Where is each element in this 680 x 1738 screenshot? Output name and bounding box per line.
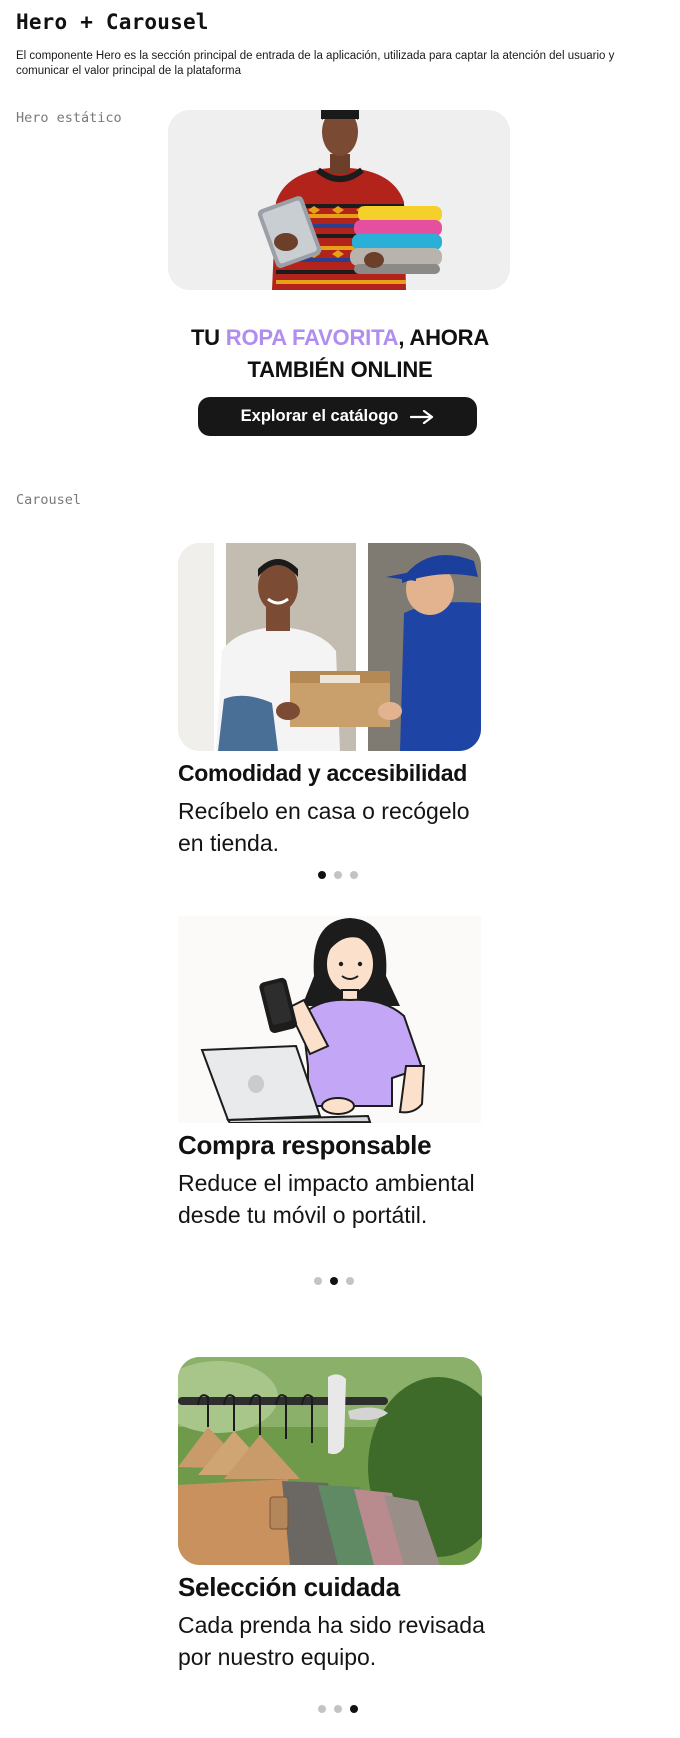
pagination-dot-2[interactable] [334,871,342,879]
carousel-slide-2-text: Reduce el impacto ambiental desde tu móv… [178,1170,475,1228]
hero-headline-start: TU [190,325,226,350]
carousel-slide-3-text: Cada prenda ha sido revisada por nuestro… [178,1612,485,1670]
hero-headline: TU ROPA FAVORITA, AHORA TAMBIÉN ONLINE [170,322,510,386]
page-description: El componente Hero es la sección princip… [16,50,615,77]
pagination-dot-1[interactable] [314,1277,322,1285]
pagination-dot-3[interactable] [350,871,358,879]
carousel-slide-3-image [178,1357,482,1565]
carousel-slide-1-image [178,543,481,751]
carousel-section-label: Carousel [16,492,82,508]
pagination-dot-3[interactable] [346,1277,354,1285]
carousel-slide-1-title: Comodidad y accesibilidad [178,760,468,786]
carousel-slide-1-pagination [318,871,358,879]
carousel-slide-3-pagination [318,1705,358,1713]
carousel-slide-1-text: Recíbelo en casa o recógelo en tienda. [178,798,470,856]
pagination-dot-3[interactable] [350,1705,358,1713]
arrow-right-icon [410,409,434,424]
carousel-slide-2-title: Compra responsable [178,1130,432,1160]
carousel-slide-2-image [178,916,481,1123]
carousel-slide-3-title: Selección cuidada [178,1572,400,1602]
hero-headline-accent: ROPA FAVORITA [225,325,399,350]
explore-catalog-button-label: Explorar el catálogo [240,407,399,425]
pagination-dot-2[interactable] [334,1705,342,1713]
pagination-dot-2[interactable] [330,1277,338,1285]
hero-image [168,110,510,290]
explore-catalog-button[interactable]: Explorar el catálogo [198,397,477,436]
pagination-dot-1[interactable] [318,1705,326,1713]
page-title: Hero + Carousel [16,10,209,34]
pagination-dot-1[interactable] [318,871,326,879]
carousel-slide-2-pagination [314,1277,354,1285]
hero-section-label: Hero estático [16,110,122,126]
